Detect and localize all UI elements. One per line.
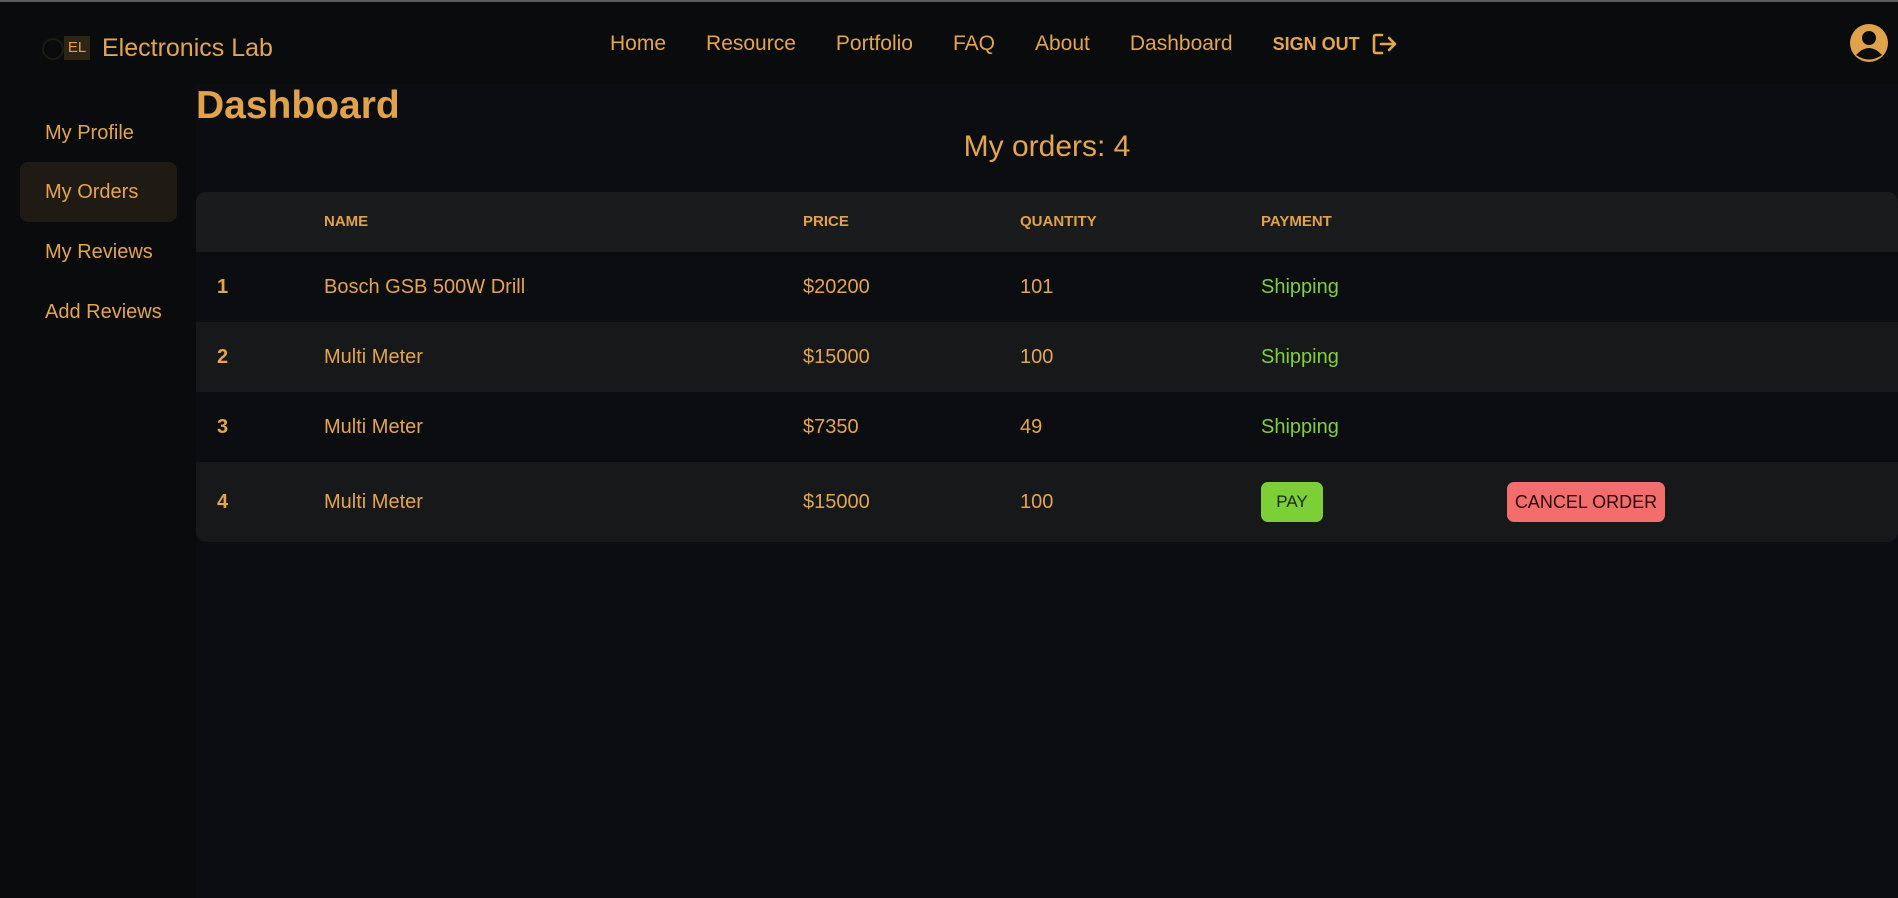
logo-mark: EL bbox=[64, 35, 90, 60]
row-name: Multi Meter bbox=[324, 416, 423, 438]
row-name: Multi Meter bbox=[324, 491, 423, 513]
row-price: $15000 bbox=[803, 346, 870, 368]
row-quantity: 49 bbox=[1020, 416, 1043, 438]
row-payment-status: Shipping bbox=[1261, 416, 1339, 438]
table-row: 3 Multi Meter $7350 49 Shipping bbox=[196, 392, 1898, 462]
row-index: 1 bbox=[217, 276, 229, 298]
logo: EL bbox=[40, 35, 92, 63]
orders-count-heading: My orders: 4 bbox=[963, 130, 1131, 163]
row-price: $7350 bbox=[803, 416, 859, 438]
table-row: 1 Bosch GSB 500W Drill $20200 101 Shippi… bbox=[196, 252, 1898, 322]
row-payment-status: Shipping bbox=[1261, 346, 1339, 368]
cancel-order-button[interactable]: CANCEL ORDER bbox=[1507, 482, 1665, 522]
page-title: Dashboard bbox=[196, 84, 400, 127]
sidebar-item-my-orders[interactable]: My Orders bbox=[20, 162, 177, 222]
sign-out-button[interactable]: SIGN OUT bbox=[1273, 32, 1398, 56]
sidebar: My Profile My Orders My Reviews Add Revi… bbox=[0, 84, 196, 898]
sign-out-icon bbox=[1372, 33, 1396, 55]
pay-button[interactable]: PAY bbox=[1261, 482, 1323, 522]
nav-link-resource[interactable]: Resource bbox=[706, 32, 796, 56]
navbar: EL Electronics Lab Home Resource Portfol… bbox=[0, 2, 1898, 84]
table-row: 2 Multi Meter $15000 100 Shipping bbox=[196, 322, 1898, 392]
table-row: 4 Multi Meter $15000 100 PAY CANCEL ORDE… bbox=[196, 462, 1898, 542]
nav-link-home[interactable]: Home bbox=[610, 32, 666, 56]
header-price: PRICE bbox=[803, 213, 849, 230]
sign-out-label: SIGN OUT bbox=[1272, 33, 1360, 54]
sidebar-item-add-reviews[interactable]: Add Reviews bbox=[20, 282, 177, 342]
table-header: NAME PRICE QUANTITY PAYMENT bbox=[196, 192, 1898, 252]
row-quantity: 100 bbox=[1020, 346, 1054, 368]
main-nav: Home Resource Portfolio FAQ About Dashbo… bbox=[610, 32, 1398, 56]
user-avatar-icon[interactable] bbox=[1850, 24, 1888, 62]
nav-link-about[interactable]: About bbox=[1035, 32, 1090, 56]
brand[interactable]: EL Electronics Lab bbox=[40, 34, 273, 63]
row-index: 2 bbox=[217, 346, 229, 368]
row-quantity: 101 bbox=[1020, 276, 1054, 298]
sidebar-item-my-profile[interactable]: My Profile bbox=[20, 103, 177, 163]
logo-ring-icon bbox=[42, 37, 64, 60]
row-index: 4 bbox=[217, 491, 229, 513]
row-price: $15000 bbox=[803, 491, 870, 513]
row-name: Bosch GSB 500W Drill bbox=[324, 276, 526, 298]
sidebar-item-my-reviews[interactable]: My Reviews bbox=[20, 222, 177, 282]
nav-link-faq[interactable]: FAQ bbox=[953, 32, 995, 56]
row-index: 3 bbox=[217, 416, 229, 438]
brand-name: Electronics Lab bbox=[102, 34, 273, 62]
orders-table: NAME PRICE QUANTITY PAYMENT 1 Bosch GSB … bbox=[196, 192, 1898, 542]
row-name: Multi Meter bbox=[324, 346, 423, 368]
row-price: $20200 bbox=[803, 276, 870, 298]
header-quantity: QUANTITY bbox=[1020, 213, 1097, 230]
nav-link-portfolio[interactable]: Portfolio bbox=[836, 32, 913, 56]
row-quantity: 100 bbox=[1020, 491, 1054, 513]
row-payment-status: Shipping bbox=[1261, 276, 1339, 298]
main-content: Dashboard My orders: 4 NAME PRICE QUANTI… bbox=[196, 84, 1898, 898]
header-payment: PAYMENT bbox=[1261, 213, 1332, 230]
header-name: NAME bbox=[324, 213, 369, 230]
nav-link-dashboard[interactable]: Dashboard bbox=[1130, 32, 1233, 56]
